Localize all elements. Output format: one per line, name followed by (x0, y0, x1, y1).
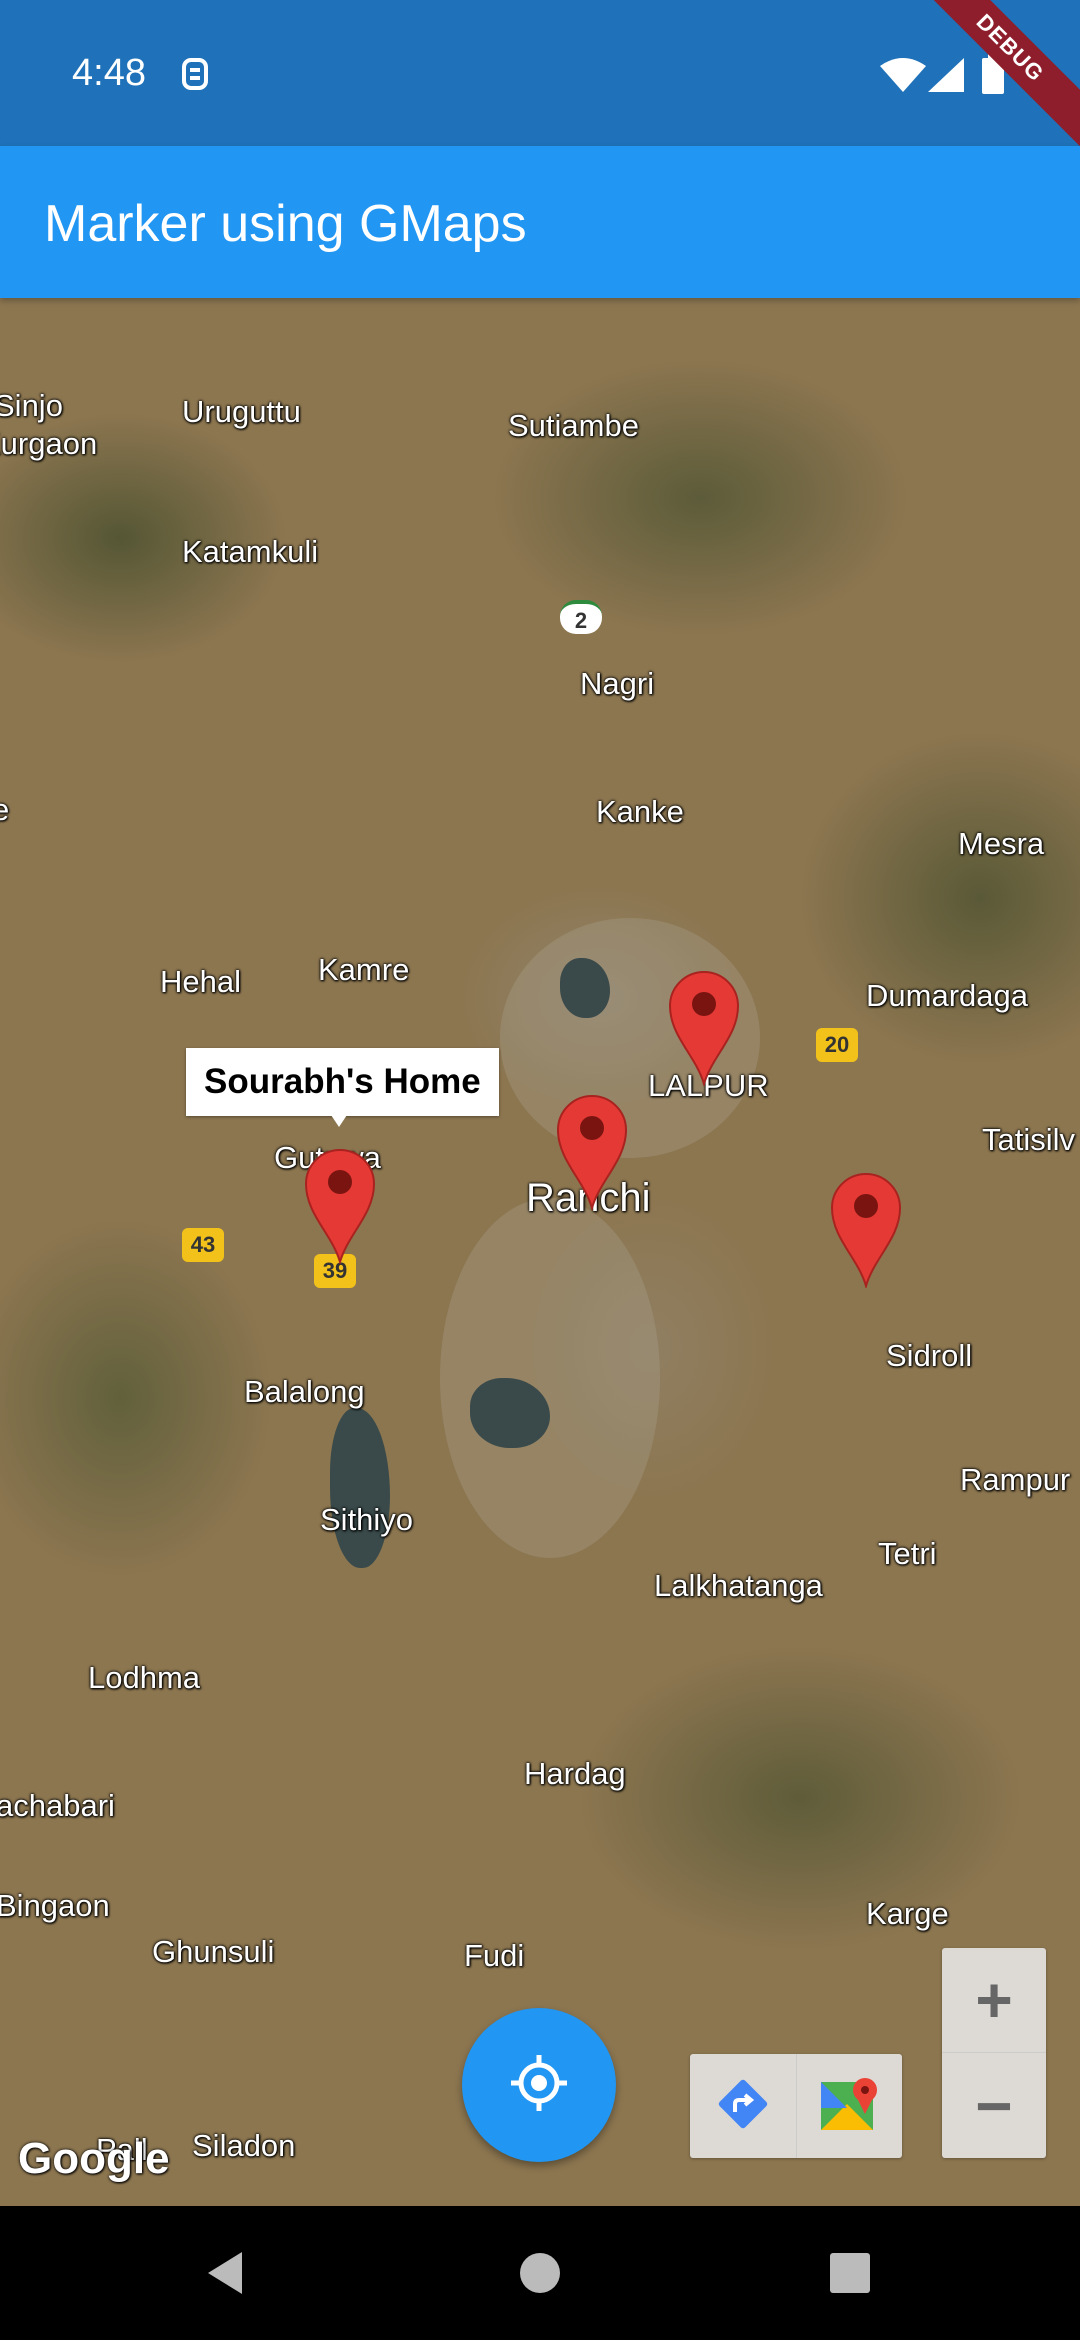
home-icon[interactable] (518, 2248, 562, 2303)
place-label: Tetri (878, 1536, 937, 1571)
marker-info-window[interactable]: Sourabh's Home (186, 1048, 499, 1116)
zoom-controls: + − (942, 1948, 1046, 2158)
place-label: Mesra (958, 826, 1045, 861)
info-window-tail (327, 1109, 351, 1127)
zoom-in-button[interactable]: + (942, 1948, 1046, 2053)
recents-icon[interactable] (828, 2248, 872, 2303)
place-label: Lodhma (88, 1660, 201, 1695)
map-marker-home[interactable] (302, 1144, 378, 1266)
road-shield: 20 (816, 1028, 858, 1062)
open-in-maps-button[interactable] (796, 2054, 902, 2158)
map-view[interactable]: Sinjo Kurgaon Uruguttu Sutiambe Katamkul… (0, 298, 1080, 2206)
place-label: Fudi (464, 1938, 525, 1973)
page-title: Marker using GMaps (44, 195, 527, 253)
place-label: Sutiambe (508, 408, 639, 443)
place-label: Kurgaon (0, 426, 98, 461)
city-area (440, 1198, 660, 1558)
my-location-button[interactable] (462, 2008, 616, 2162)
status-bar: 4:48 DEBUG (0, 0, 1080, 162)
my-location-icon (507, 2051, 571, 2120)
wifi-icon (880, 58, 926, 97)
lake (330, 1408, 390, 1568)
place-label: Hardag (524, 1756, 626, 1791)
app-bar: Marker using GMaps (0, 146, 1080, 298)
place-label: Sinjo (0, 388, 63, 423)
map-toolbar (690, 2054, 902, 2158)
place-label: Kamre (318, 952, 410, 987)
place-label: Sithiyo (320, 1502, 414, 1537)
place-label: Bingaon (0, 1888, 110, 1923)
place-label: Karge (866, 1896, 949, 1931)
zoom-out-button[interactable]: − (942, 2054, 1046, 2158)
place-label: Lalkhatanga (654, 1568, 823, 1603)
place-label: Siladon (192, 2128, 296, 2163)
place-label: Hehal (160, 964, 241, 999)
signal-icon (928, 58, 964, 97)
place-label: Rampur (960, 1462, 1071, 1497)
place-label: Ghunsuli (152, 1934, 275, 1969)
map-marker[interactable] (828, 1168, 904, 1290)
google-attribution: Google (18, 2134, 170, 2183)
back-icon[interactable] (200, 2248, 250, 2303)
google-maps-icon (817, 2074, 881, 2139)
road-shield: 43 (182, 1228, 224, 1262)
place-label: achabari (0, 1788, 115, 1823)
place-label: Dumardaga (866, 978, 1028, 1013)
directions-icon (713, 2074, 773, 2139)
place-label: Kanke (596, 794, 684, 829)
place-label: Sidroll (886, 1338, 973, 1373)
directions-button[interactable] (690, 2054, 797, 2158)
map-marker[interactable] (666, 966, 742, 1088)
place-label: Balalong (244, 1374, 365, 1409)
place-label: Uruguttu (182, 394, 301, 429)
place-label: e (0, 792, 10, 827)
system-nav-bar (0, 2206, 1080, 2340)
place-label: Katamkuli (182, 534, 319, 569)
map-marker[interactable] (554, 1090, 630, 1212)
place-label: Tatisilv (982, 1122, 1076, 1157)
status-time: 4:48 (72, 52, 146, 94)
sim-card-icon (180, 56, 210, 97)
place-label: Nagri (580, 666, 655, 701)
road-shield: 2 (560, 600, 602, 634)
